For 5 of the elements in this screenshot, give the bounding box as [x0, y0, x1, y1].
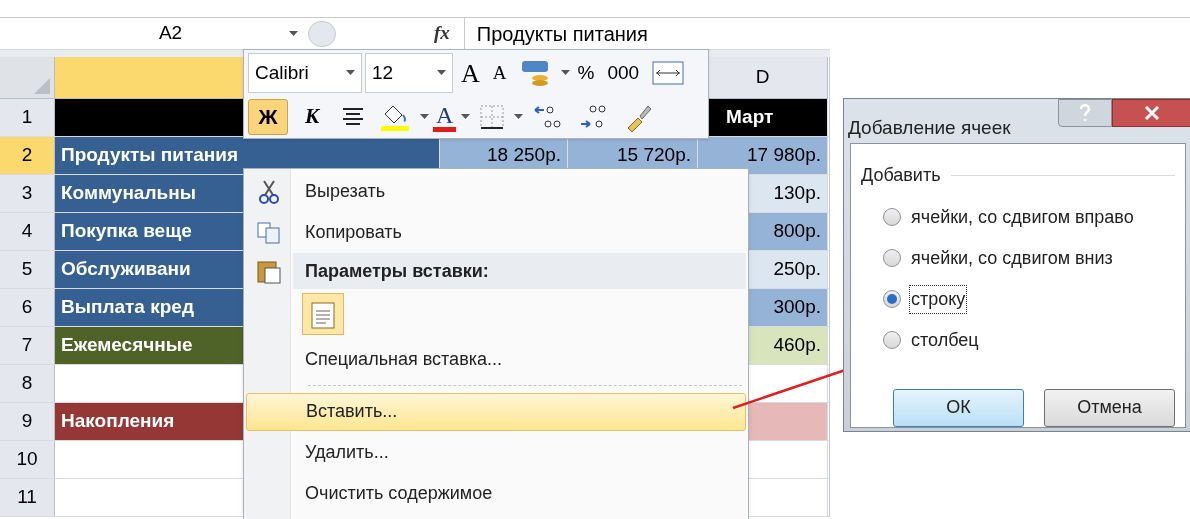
menu-section-header: Параметры вставки:: [293, 253, 746, 289]
formula-text: Продукты питания: [476, 21, 648, 47]
group-label: Добавить: [861, 163, 941, 187]
dialog-title: Добавление ячеек: [848, 116, 1011, 140]
table-cell: 17 980р.: [698, 137, 828, 174]
